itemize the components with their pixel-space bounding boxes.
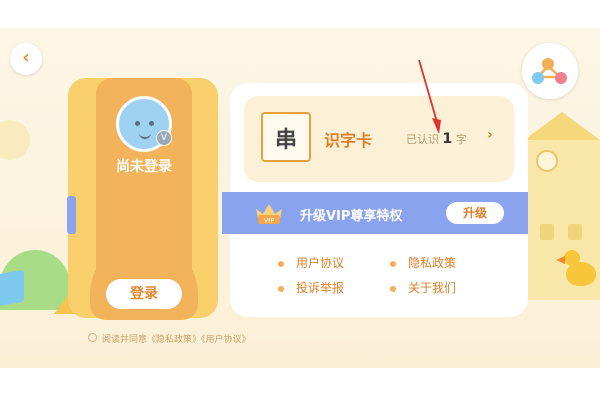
user-agreement-link[interactable]: 用户协议 (278, 254, 344, 271)
bottom-margin (0, 368, 600, 400)
back-button[interactable]: ‹ (10, 43, 42, 75)
flashcard-progress-suffix: 字 (455, 133, 467, 146)
vip-banner-text: 升级VIP尊享特权 (300, 209, 403, 224)
agreement-checkbox[interactable] (88, 333, 97, 342)
complaint-report-link[interactable]: 投诉举报 (278, 279, 344, 296)
duck-beak (556, 256, 565, 264)
avatar-mouth (139, 131, 151, 139)
flashcard-icon: 串 (261, 112, 311, 162)
user-agreement-label: 用户协议 (296, 256, 345, 270)
share-icon (532, 58, 567, 84)
bullet-dot (278, 260, 284, 267)
bullet-dot (390, 285, 396, 292)
about-us-label: 关于我们 (408, 281, 457, 295)
back-arrow-icon: ‹ (22, 47, 30, 68)
vip-badge-text: VIP (264, 217, 274, 225)
complaint-report-label: 投诉举报 (296, 281, 345, 295)
avatar-eye (149, 121, 154, 126)
bullet-dot (278, 285, 284, 292)
decor-window (568, 224, 582, 240)
decor-clock-icon (536, 150, 558, 172)
avatar-badge: V (156, 130, 172, 146)
vip-crown-icon: VIP (256, 204, 282, 225)
bullet-dot (390, 260, 396, 267)
flashcard-icon-char: 串 (274, 128, 297, 153)
chevron-right-icon: › (487, 127, 493, 143)
annotation-arrow-icon (418, 59, 441, 134)
avatar-eye (135, 121, 140, 126)
upgrade-button[interactable]: 升级 (446, 202, 504, 224)
share-button[interactable] (522, 43, 578, 99)
privacy-policy-label: 隐私政策 (408, 256, 457, 270)
login-status-text: 尚未登录 (116, 159, 172, 175)
flashcard-title: 识字卡 (324, 131, 373, 150)
agreement-text[interactable]: 阅读并同意《隐私政策》《用户协议》 (102, 332, 251, 345)
privacy-policy-link[interactable]: 隐私政策 (390, 254, 456, 271)
login-button[interactable]: 登录 (106, 279, 182, 309)
decor-window (540, 224, 554, 240)
side-tab (67, 196, 76, 234)
about-us-link[interactable]: 关于我们 (390, 279, 456, 296)
decor-cube (0, 269, 24, 307)
duck-head (564, 250, 580, 266)
